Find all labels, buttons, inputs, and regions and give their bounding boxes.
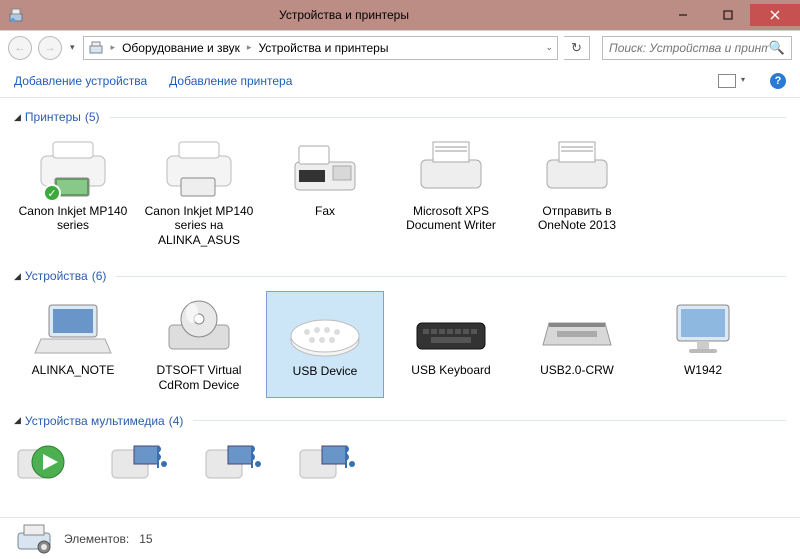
printer-icon [159, 138, 239, 200]
breadcrumb-item[interactable]: Устройства и принтеры [258, 41, 388, 55]
device-label: DTSOFT Virtual CdRom Device [144, 363, 254, 392]
monitor-icon [663, 297, 743, 359]
forward-button[interactable]: → [38, 36, 62, 60]
group-label: Принтеры [25, 110, 81, 124]
status-label: Элементов: [64, 532, 129, 546]
device-item[interactable] [296, 436, 362, 484]
device-item[interactable]: DTSOFT Virtual CdRom Device [140, 291, 258, 398]
group-header-devices[interactable]: ◢ Устройства (6) [0, 261, 800, 287]
group-header-printers[interactable]: ◢ Принтеры (5) [0, 102, 800, 128]
device-item[interactable]: Отправить в OneNote 2013 [518, 132, 636, 253]
device-label: Fax [315, 204, 335, 218]
device-label: ALINKA_NOTE [32, 363, 115, 377]
device-item[interactable]: ✓ Canon Inkjet MP140 series [14, 132, 132, 253]
device-item[interactable]: W1942 [644, 291, 762, 398]
fax-icon [285, 138, 365, 200]
location-icon [88, 40, 104, 56]
device-item[interactable]: USB Keyboard [392, 291, 510, 398]
card-reader-icon [537, 297, 617, 359]
collapse-arrow-icon[interactable]: ◢ [14, 271, 21, 282]
device-item[interactable]: ALINKA_NOTE [14, 291, 132, 398]
status-bar: Элементов: 15 [0, 517, 800, 559]
status-icon [14, 523, 54, 555]
address-row: ← → ▾ ▸ Оборудование и звук ▸ Устройства… [0, 30, 800, 64]
breadcrumb-sep-icon[interactable]: ▸ [108, 42, 119, 53]
maximize-button[interactable] [705, 4, 750, 26]
device-label: Canon Inkjet MP140 series [18, 204, 128, 233]
back-button[interactable]: ← [8, 36, 32, 60]
add-printer-link[interactable]: Добавление принтера [169, 74, 292, 88]
collapse-arrow-icon[interactable]: ◢ [14, 112, 21, 123]
app-icon [8, 7, 24, 23]
device-item[interactable]: Fax [266, 132, 384, 253]
device-label: Microsoft XPS Document Writer [396, 204, 506, 233]
group-count: (5) [85, 110, 100, 124]
default-check-icon: ✓ [43, 184, 61, 202]
minimize-button[interactable] [660, 4, 705, 26]
collapse-arrow-icon[interactable]: ◢ [14, 415, 21, 426]
printer-icon [537, 138, 617, 200]
window-title: Устройства и принтеры [28, 8, 660, 22]
usb-device-icon [285, 298, 365, 360]
status-count: 15 [139, 532, 152, 546]
window-controls [660, 4, 800, 26]
add-device-link[interactable]: Добавление устройства [14, 74, 147, 88]
titlebar: Устройства и принтеры [0, 0, 800, 30]
search-icon[interactable]: 🔍 [769, 40, 785, 56]
address-bar[interactable]: ▸ Оборудование и звук ▸ Устройства и при… [83, 36, 558, 60]
group-count: (4) [169, 414, 184, 428]
group-header-multimedia[interactable]: ◢ Устройства мультимедиа (4) [0, 406, 800, 432]
breadcrumb-sep-icon[interactable]: ▸ [244, 42, 255, 53]
window-frame: Устройства и принтеры ← → ▾ ▸ Оборудован… [0, 0, 800, 559]
toolbar: Добавление устройства Добавление принтер… [0, 64, 800, 98]
view-options-icon[interactable] [718, 74, 736, 88]
group-label: Устройства мультимедиа [25, 414, 165, 428]
device-item[interactable] [108, 436, 174, 484]
group-count: (6) [92, 269, 107, 283]
multimedia-row [0, 432, 800, 488]
refresh-button[interactable]: ↻ [564, 36, 590, 60]
keyboard-icon [411, 297, 491, 359]
printers-row: ✓ Canon Inkjet MP140 series Canon Inkjet… [0, 128, 800, 261]
device-item[interactable] [202, 436, 268, 484]
history-dropdown[interactable]: ▾ [68, 42, 77, 53]
help-icon[interactable]: ? [770, 73, 786, 89]
printer-icon: ✓ [33, 138, 113, 200]
group-label: Устройства [25, 269, 88, 283]
device-label: Отправить в OneNote 2013 [522, 204, 632, 233]
device-label: W1942 [684, 363, 722, 377]
device-item[interactable]: USB Device [266, 291, 384, 398]
device-label: USB Keyboard [411, 363, 490, 377]
device-label: Canon Inkjet MP140 series на ALINKA_ASUS [144, 204, 254, 247]
device-item[interactable]: Microsoft XPS Document Writer [392, 132, 510, 253]
device-label: USB Device [293, 364, 358, 378]
cdrom-icon [159, 297, 239, 359]
breadcrumb-item[interactable]: Оборудование и звук [122, 41, 240, 55]
search-input[interactable] [609, 41, 769, 55]
device-label: USB2.0-CRW [540, 363, 614, 377]
devices-row: ALINKA_NOTE DTSOFT Virtual CdRom Device … [0, 287, 800, 406]
printer-icon [411, 138, 491, 200]
device-item[interactable]: Canon Inkjet MP140 series на ALINKA_ASUS [140, 132, 258, 253]
content-area: ◢ Принтеры (5) ✓ Canon Inkjet MP140 seri… [0, 98, 800, 517]
laptop-icon [33, 297, 113, 359]
device-item[interactable]: USB2.0-CRW [518, 291, 636, 398]
device-item[interactable] [14, 436, 80, 484]
search-box[interactable]: 🔍 [602, 36, 792, 60]
address-dropdown-icon[interactable]: ⌄ [545, 42, 553, 53]
close-button[interactable] [750, 4, 800, 26]
